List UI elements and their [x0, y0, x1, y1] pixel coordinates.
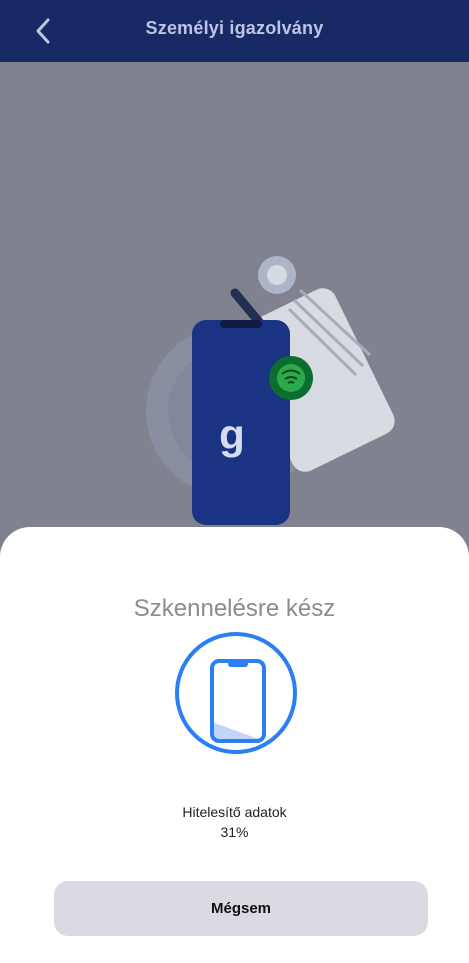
- scan-progress-indicator: [173, 630, 299, 756]
- phone-outline-icon: [210, 659, 266, 743]
- nfc-icon: [269, 356, 313, 400]
- scan-status-title: Szkennelésre kész: [133, 595, 336, 622]
- phone-illustration: g: [192, 320, 290, 525]
- scan-bottom-sheet: Szkennelésre kész Hitelesítő adatok 31% …: [0, 527, 469, 963]
- top-navigation-bar: Személyi igazolvány: [0, 0, 469, 62]
- progress-percent: 31%: [220, 824, 249, 840]
- nfc-scan-illustration: g: [140, 245, 400, 535]
- progress-label: Hitelesítő adatok: [182, 804, 287, 820]
- svg-text:g: g: [219, 411, 245, 458]
- cancel-button[interactable]: Mégsem: [54, 881, 428, 936]
- page-title: Személyi igazolvány: [145, 18, 324, 38]
